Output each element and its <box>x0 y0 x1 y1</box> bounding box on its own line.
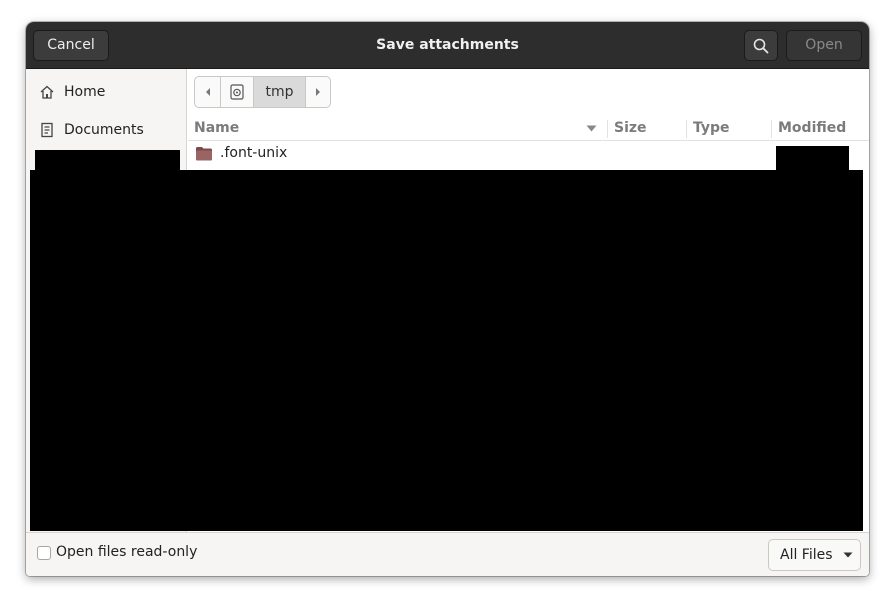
search-button[interactable] <box>744 30 778 61</box>
column-header-size[interactable]: Size <box>614 117 647 140</box>
chevron-down-icon <box>843 552 853 558</box>
open-button[interactable]: Open <box>786 30 862 61</box>
column-separator <box>607 120 608 138</box>
file-type-filter-dropdown[interactable]: All Files <box>768 539 861 571</box>
column-header-type[interactable]: Type <box>693 117 730 140</box>
header-bar: Cancel Save attachments Open <box>26 22 869 69</box>
sort-descending-icon <box>586 125 597 132</box>
file-row[interactable]: .font-unix <box>188 142 869 166</box>
redaction-block <box>776 146 849 172</box>
path-root-button[interactable] <box>221 77 254 107</box>
file-type-filter-label: All Files <box>780 547 833 563</box>
open-read-only-checkbox[interactable] <box>37 546 51 560</box>
column-separator <box>686 120 687 138</box>
disk-icon <box>230 84 244 100</box>
sidebar-item-home[interactable]: Home <box>26 73 186 111</box>
column-header-modified[interactable]: Modified <box>778 117 846 140</box>
file-name: .font-unix <box>220 145 288 161</box>
cancel-button[interactable]: Cancel <box>33 30 109 61</box>
redaction-block <box>35 150 180 172</box>
open-read-only-label: Open files read-only <box>56 544 198 560</box>
documents-icon <box>39 122 55 138</box>
search-icon <box>753 38 769 54</box>
column-header-name[interactable]: Name <box>194 117 239 140</box>
footer-bar: Open files read-only All Files <box>26 532 869 576</box>
sidebar-item-label: Home <box>64 84 106 100</box>
folder-icon <box>196 147 212 161</box>
column-separator <box>771 120 772 138</box>
path-scroll-right-button[interactable] <box>306 77 330 107</box>
sidebar-item-label: Documents <box>64 122 144 138</box>
home-icon <box>39 84 55 100</box>
sidebar-item-documents[interactable]: Documents <box>26 111 186 149</box>
dialog-title: Save attachments <box>376 37 519 53</box>
path-segment-tmp[interactable]: tmp <box>254 77 306 107</box>
path-scroll-left-button[interactable] <box>195 77 221 107</box>
save-attachments-dialog: Cancel Save attachments Open Home Docume… <box>26 22 869 576</box>
chevron-left-icon <box>205 88 210 96</box>
chevron-right-icon <box>316 88 320 96</box>
redaction-block <box>30 170 863 531</box>
path-bar: tmp <box>194 76 331 108</box>
column-headers: Name Size Type Modified <box>188 117 869 141</box>
